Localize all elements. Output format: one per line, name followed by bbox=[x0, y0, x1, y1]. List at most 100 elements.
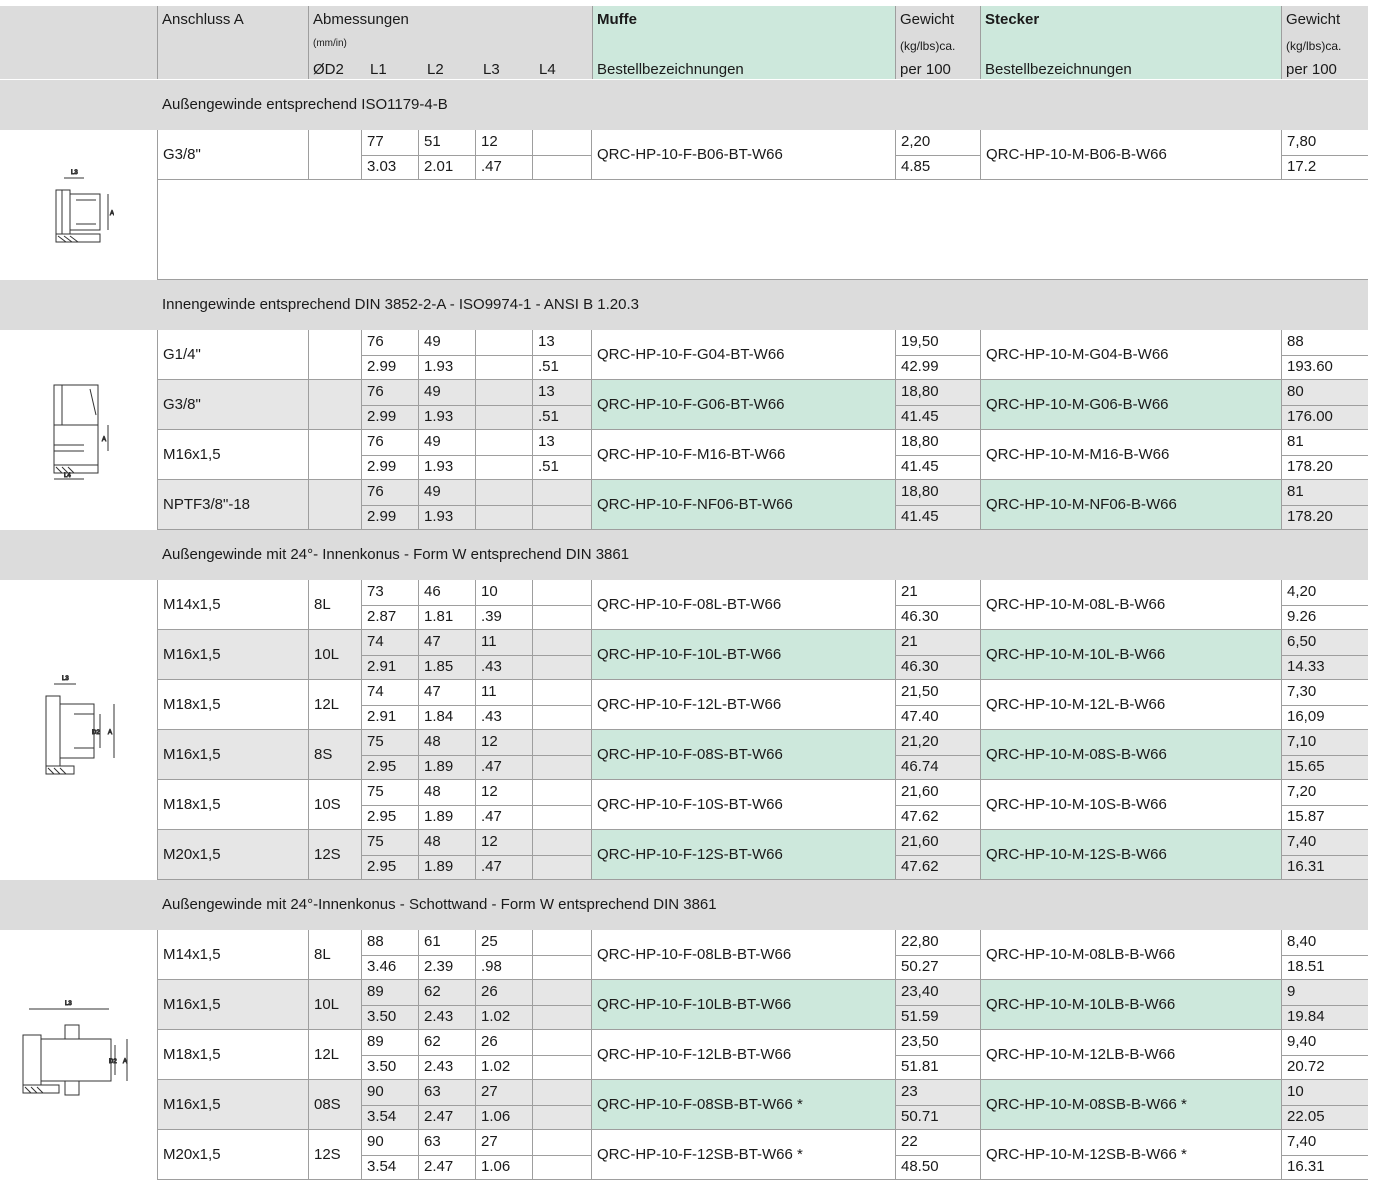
l1-cell: 3.54 bbox=[367, 1108, 397, 1125]
l2-cell: 48 bbox=[424, 783, 441, 800]
l1-cell: 75 bbox=[367, 833, 384, 850]
d2-cell: 10S bbox=[314, 796, 341, 813]
anschluss-cell: M18x1,5 bbox=[163, 1046, 221, 1063]
svg-text:D2: D2 bbox=[92, 730, 100, 736]
l3-cell: 26 bbox=[481, 1033, 498, 1050]
anschluss-cell: M16x1,5 bbox=[163, 646, 221, 663]
table-row: M20x1,5 12S QRC-HP-10-F-12SB-BT-W66 * QRC-H… bbox=[158, 1130, 1368, 1180]
svg-text:L3: L3 bbox=[71, 170, 78, 176]
l3-cell: .47 bbox=[481, 158, 502, 175]
table-row: M18x1,5 12L QRC-HP-10-F-12L-BT-W66 QRC-HP-1… bbox=[158, 680, 1368, 730]
l4-cell: 13 bbox=[538, 333, 555, 350]
table-row: M14x1,5 8L QRC-HP-10-F-08L-BT-W66 QRC-HP-10… bbox=[158, 580, 1368, 630]
anschluss-cell: M16x1,5 bbox=[163, 1096, 221, 1113]
empty-row bbox=[158, 180, 1368, 280]
l2-cell: 49 bbox=[424, 383, 441, 400]
muffe-weight-cell: 23,40 bbox=[901, 983, 939, 1000]
l3-cell: 11 bbox=[481, 683, 497, 700]
l1-cell: 73 bbox=[367, 583, 384, 600]
section-title: Außengewinde mit 24°- Innenkonus - Form … bbox=[162, 546, 630, 563]
l3-cell: 26 bbox=[481, 983, 498, 1000]
stecker-weight-cell: 4,20 bbox=[1287, 583, 1317, 600]
l3-cell: 25 bbox=[481, 933, 498, 950]
section-header: Innengewinde entsprechend DIN 3852-2-A -… bbox=[0, 280, 1368, 330]
d2-cell: 8L bbox=[314, 946, 331, 963]
fitting-internal-thread-icon: A L4 bbox=[34, 375, 124, 490]
l2-cell: 1.93 bbox=[424, 508, 454, 525]
stecker-weight-cell: 7,20 bbox=[1287, 783, 1317, 800]
stecker-order-code: QRC-HP-10-M-08SB-B-W66 * bbox=[986, 1096, 1187, 1113]
svg-text:A: A bbox=[110, 211, 114, 217]
l1-cell: 76 bbox=[367, 483, 384, 500]
l4-cell: 13 bbox=[538, 433, 555, 450]
muffe-weight-cell: 41.45 bbox=[901, 508, 939, 525]
l3-cell: .47 bbox=[481, 758, 502, 775]
l3-cell: 12 bbox=[481, 733, 498, 750]
stecker-weight-cell: 20.72 bbox=[1287, 1058, 1325, 1075]
stecker-weight-cell: 7,80 bbox=[1287, 133, 1317, 150]
l1-cell: 2.95 bbox=[367, 758, 397, 775]
stecker-weight-cell: 6,50 bbox=[1287, 633, 1317, 650]
muffe-weight-cell: 46.74 bbox=[901, 758, 939, 775]
muffe-weight-cell: 22 bbox=[901, 1133, 918, 1150]
muffe-weight-cell: 41.45 bbox=[901, 408, 939, 425]
muffe-order-code: QRC-HP-10-F-12LB-BT-W66 bbox=[597, 1046, 792, 1063]
col-l1: L1 bbox=[370, 61, 387, 78]
muffe-weight-cell: 48.50 bbox=[901, 1158, 939, 1175]
drawing-cell: A L4 bbox=[0, 330, 158, 530]
muffe-weight-cell: 19,50 bbox=[901, 333, 939, 350]
muffe-weight-cell: 51.81 bbox=[901, 1058, 939, 1075]
section-title: Außengewinde mit 24°-Innenkonus - Schott… bbox=[162, 896, 717, 913]
muffe-weight-cell: 21,50 bbox=[901, 683, 939, 700]
l3-cell: .43 bbox=[481, 658, 502, 675]
l1-cell: 3.50 bbox=[367, 1058, 397, 1075]
d2-cell: 8L bbox=[314, 596, 331, 613]
l3-cell: 12 bbox=[481, 133, 498, 150]
muffe-weight-cell: 21 bbox=[901, 633, 918, 650]
l1-cell: 90 bbox=[367, 1083, 384, 1100]
col-stecker: Stecker bbox=[985, 11, 1040, 28]
section-title: Innengewinde entsprechend DIN 3852-2-A -… bbox=[162, 296, 639, 313]
l2-cell: 2.01 bbox=[424, 158, 454, 175]
d2-cell: 12S bbox=[314, 1146, 341, 1163]
l3-cell: 10 bbox=[481, 583, 498, 600]
table-row: M16x1,5 10L QRC-HP-10-F-10L-BT-W66 QRC-HP-1… bbox=[158, 630, 1368, 680]
anschluss-cell: M18x1,5 bbox=[163, 796, 221, 813]
muffe-order-code: QRC-HP-10-F-10L-BT-W66 bbox=[597, 646, 782, 663]
col-anschluss: Anschluss A bbox=[162, 11, 244, 28]
stecker-order-code: QRC-HP-10-M-12L-B-W66 bbox=[986, 696, 1166, 713]
stecker-weight-cell: 16.31 bbox=[1287, 858, 1325, 875]
l3-cell: 1.06 bbox=[481, 1108, 511, 1125]
l3-cell: .47 bbox=[481, 808, 502, 825]
l1-cell: 2.99 bbox=[367, 458, 397, 475]
l2-cell: 2.43 bbox=[424, 1008, 454, 1025]
drawing-cell: L3 A bbox=[0, 130, 158, 280]
stecker-order-code: QRC-HP-10-M-12LB-B-W66 bbox=[986, 1046, 1176, 1063]
stecker-weight-cell: 14.33 bbox=[1287, 658, 1325, 675]
stecker-weight-cell: 10 bbox=[1287, 1083, 1304, 1100]
l4-cell: .51 bbox=[538, 408, 559, 425]
col-abm-unit: (mm/in) bbox=[313, 38, 347, 49]
table-row: M20x1,5 12S QRC-HP-10-F-12S-BT-W66 QRC-HP-1… bbox=[158, 830, 1368, 880]
muffe-weight-cell: 46.30 bbox=[901, 658, 939, 675]
anschluss-cell: G3/8" bbox=[163, 146, 201, 163]
stecker-weight-cell: 15.65 bbox=[1287, 758, 1325, 775]
svg-text:A: A bbox=[123, 1059, 127, 1065]
muffe-weight-cell: 50.71 bbox=[901, 1108, 939, 1125]
stecker-order-code: QRC-HP-10-M-12S-B-W66 bbox=[986, 846, 1167, 863]
muffe-order-code: QRC-HP-10-F-12S-BT-W66 bbox=[597, 846, 783, 863]
table-header: Anschluss A Abmessungen (mm/in) ØD2 L1 L… bbox=[0, 6, 1368, 79]
l1-cell: 76 bbox=[367, 333, 384, 350]
l2-cell: 1.84 bbox=[424, 708, 454, 725]
l1-cell: 75 bbox=[367, 783, 384, 800]
l1-cell: 75 bbox=[367, 733, 384, 750]
table-row: G1/4" QRC-HP-10-F-G04-BT-W66 QRC-HP-10-M-G… bbox=[158, 330, 1368, 380]
stecker-order-code: QRC-HP-10-M-12SB-B-W66 * bbox=[986, 1146, 1187, 1163]
anschluss-cell: M16x1,5 bbox=[163, 746, 221, 763]
stecker-order-code: QRC-HP-10-M-08S-B-W66 bbox=[986, 746, 1167, 763]
muffe-weight-cell: 4.85 bbox=[901, 158, 931, 175]
l2-cell: 1.85 bbox=[424, 658, 454, 675]
muffe-weight-cell: 50.27 bbox=[901, 958, 939, 975]
stecker-weight-cell: 178.20 bbox=[1287, 508, 1333, 525]
l1-cell: 90 bbox=[367, 1133, 384, 1150]
